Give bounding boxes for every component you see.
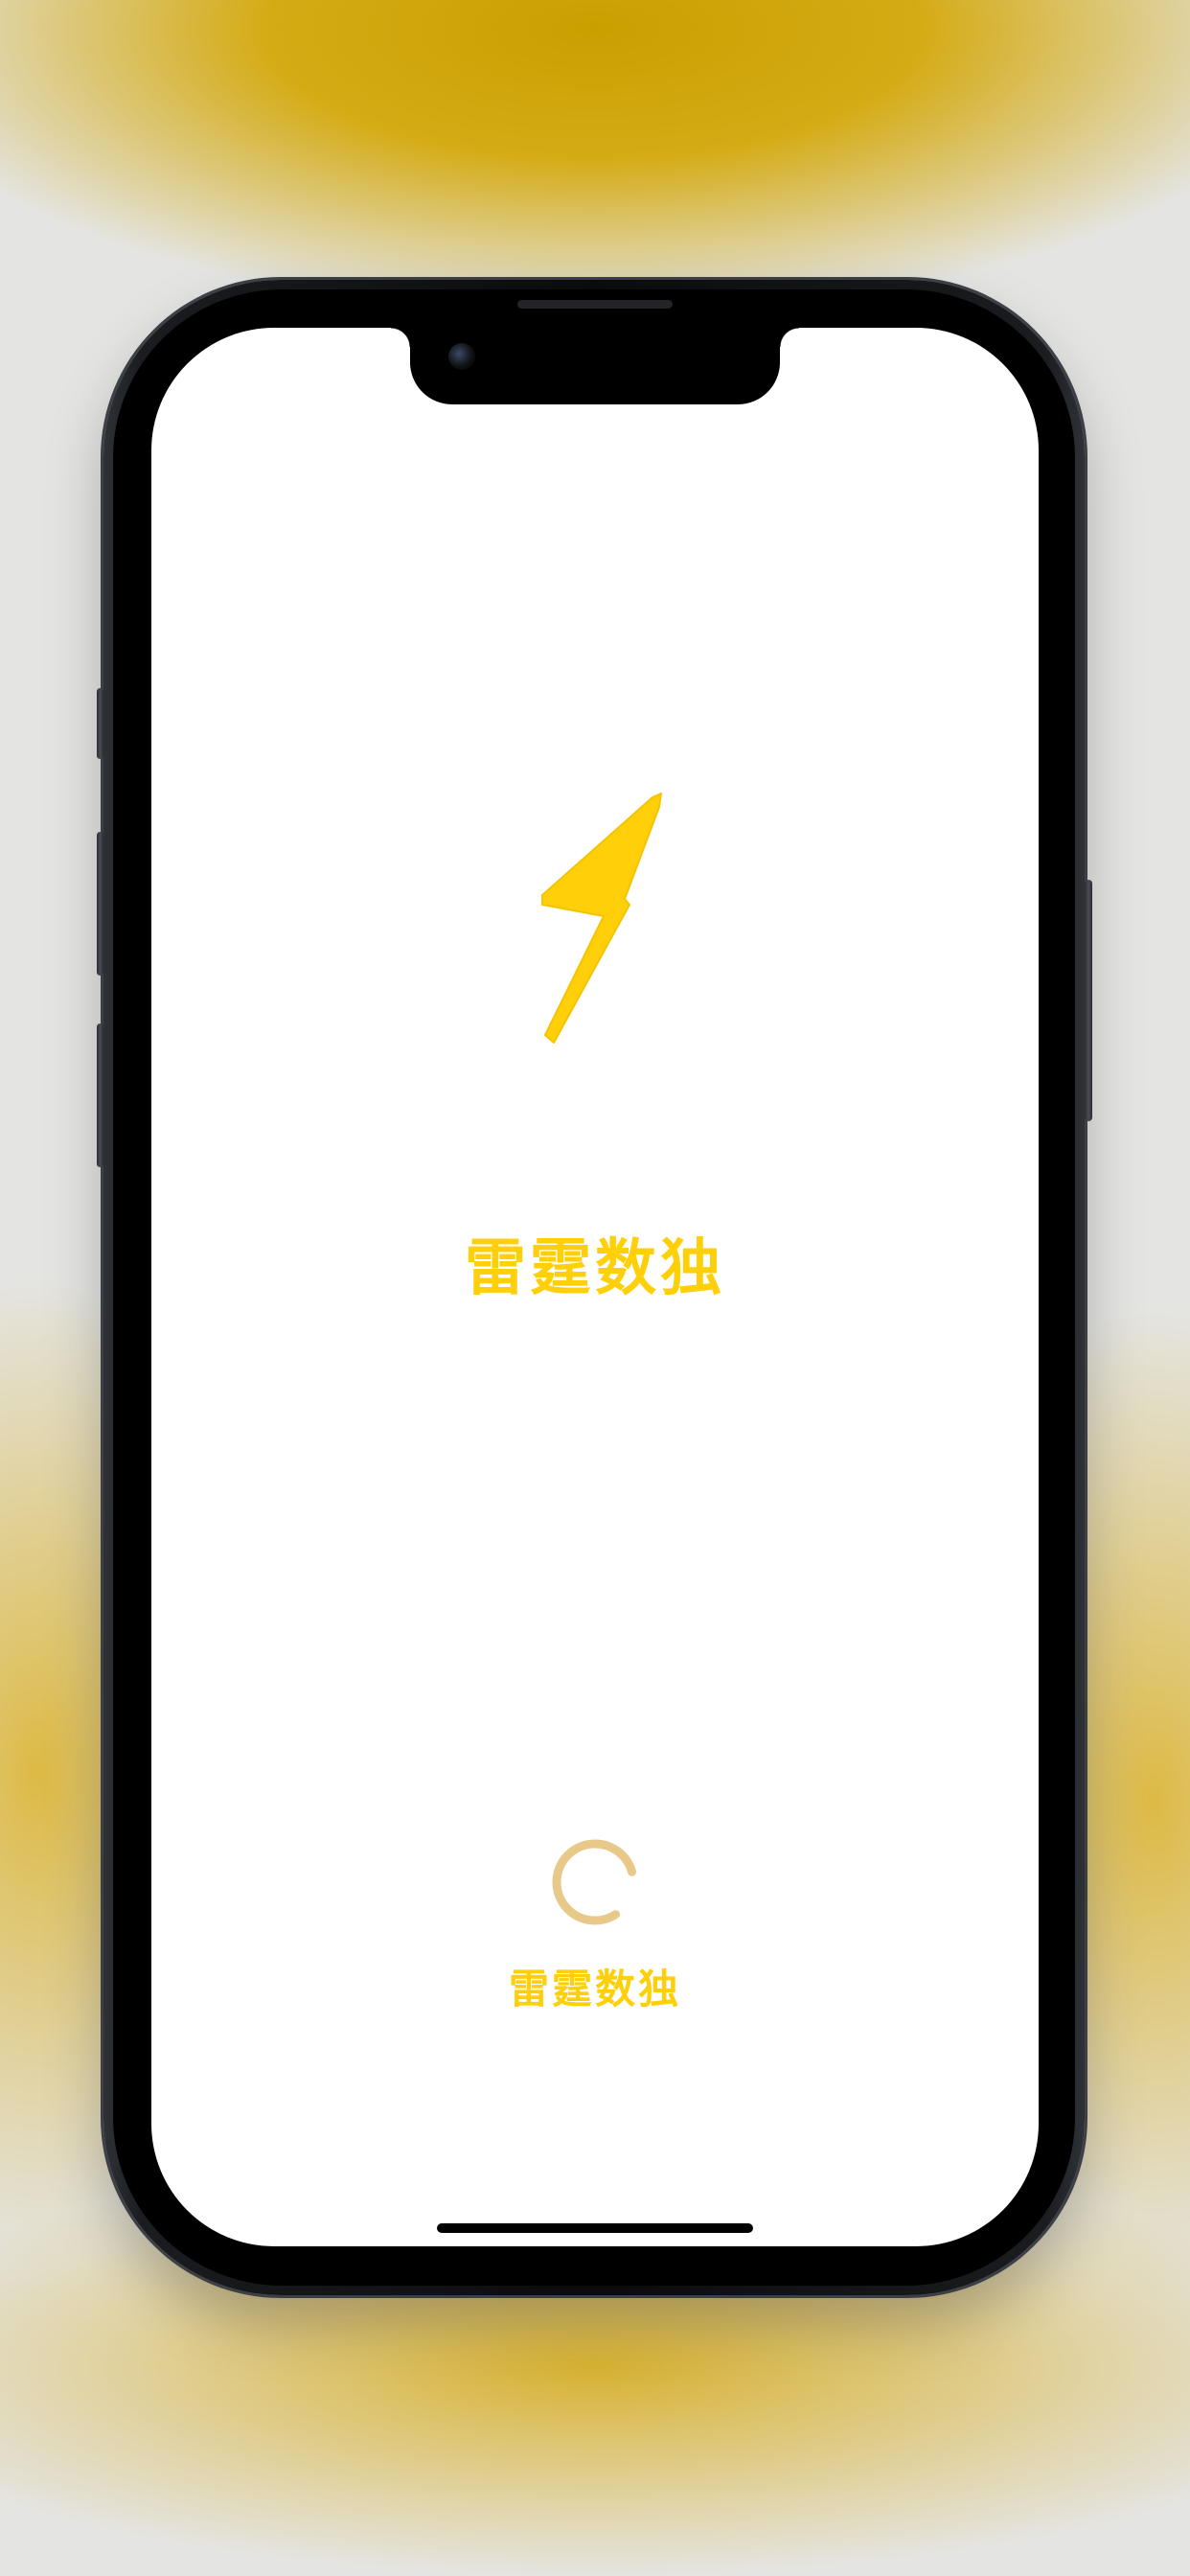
- app-title: 雷霆数独: [465, 1233, 725, 1304]
- action-button: [97, 688, 103, 759]
- volume-up-button: [97, 832, 103, 976]
- earpiece-speaker: [517, 300, 673, 309]
- volume-down-button: [97, 1024, 103, 1167]
- notch: [391, 328, 799, 404]
- splash-screen: 雷霆数独 雷霆数独: [151, 328, 1039, 2246]
- power-button: [1085, 880, 1092, 1121]
- front-camera: [448, 343, 475, 370]
- home-indicator[interactable]: [437, 2223, 753, 2233]
- loading-label: 雷霆数独: [508, 1966, 681, 2012]
- loading-spinner-icon: [551, 1838, 639, 1926]
- lightning-bolt-icon: [535, 788, 669, 1056]
